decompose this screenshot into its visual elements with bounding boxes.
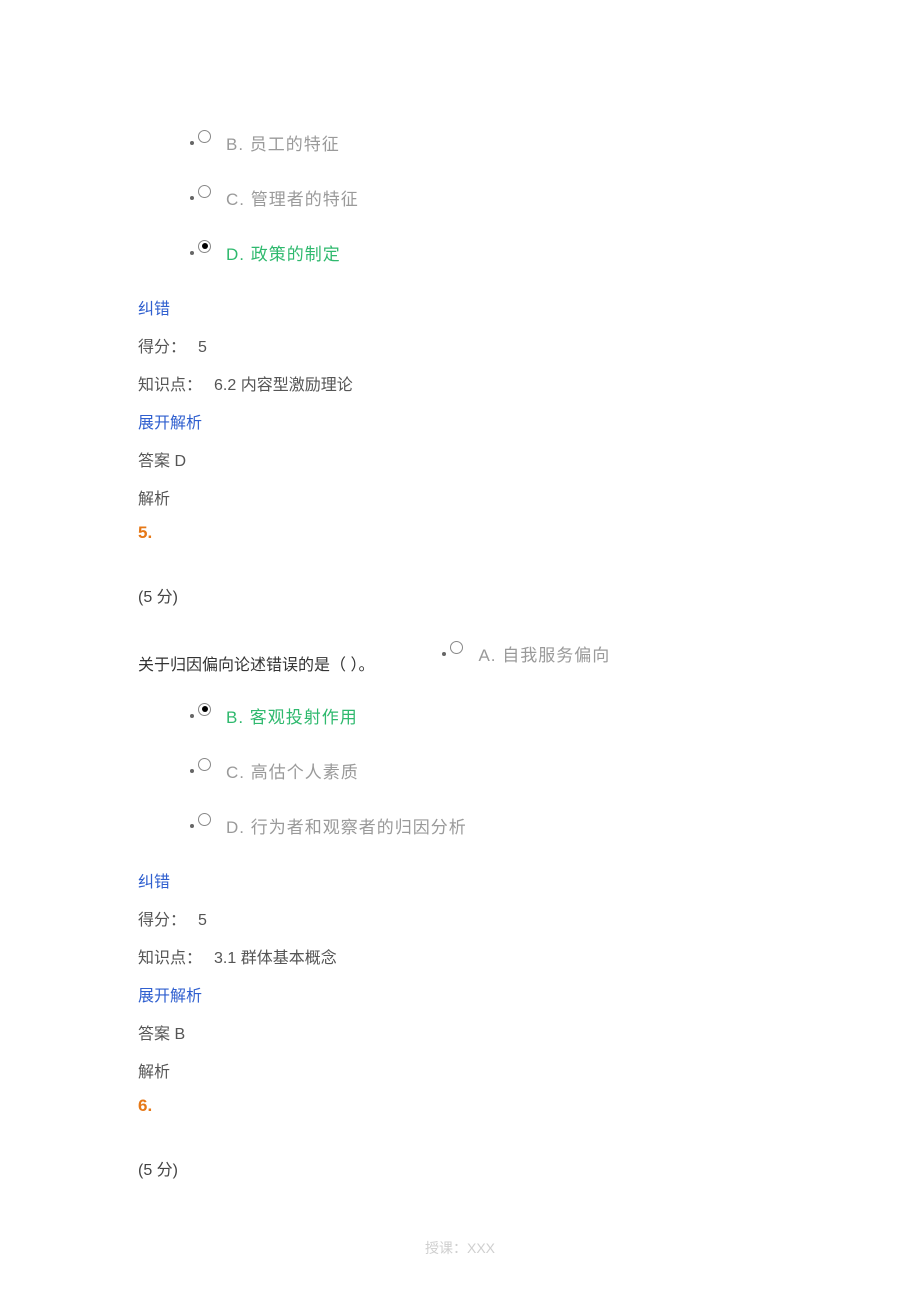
bullet-icon — [190, 196, 194, 200]
q5-option-a[interactable]: A. 自我服务偏向 — [442, 641, 610, 666]
radio-icon — [450, 641, 466, 657]
q4-option-b[interactable]: B. 员工的特征 — [190, 130, 782, 155]
q5-stem-row: 关于归因偏向论述错误的是（ ）。 A. 自我服务偏向 — [138, 651, 782, 675]
radio-icon — [198, 240, 214, 256]
option-label: A. 自我服务偏向 — [478, 641, 610, 666]
bullet-icon — [190, 251, 194, 255]
option-label: C. 高估个人素质 — [226, 758, 359, 783]
bullet-icon — [190, 769, 194, 773]
radio-icon — [198, 758, 214, 774]
score-line: 得分：5 — [138, 906, 782, 930]
question-number-5: 5. — [138, 523, 782, 543]
q5-option-c[interactable]: C. 高估个人素质 — [190, 758, 782, 783]
q5-stem: 关于归因偏向论述错误的是（ ）。 — [138, 651, 374, 675]
bullet-icon — [190, 714, 194, 718]
q5-option-b[interactable]: B. 客观投射作用 — [190, 703, 782, 728]
document-page: B. 员工的特征 C. 管理者的特征 D. 政策的制定 纠错 得分：5 知识点：… — [0, 0, 920, 1258]
option-label: B. 客观投射作用 — [226, 703, 358, 728]
question-number-6: 6. — [138, 1096, 782, 1116]
knowledge-point-line: 知识点：6.2 内容型激励理论 — [138, 371, 782, 395]
analysis-label: 解析 — [138, 1058, 782, 1082]
radio-icon — [198, 813, 214, 829]
option-label: B. 员工的特征 — [226, 130, 340, 155]
q4-option-d[interactable]: D. 政策的制定 — [190, 240, 782, 265]
q5-option-d[interactable]: D. 行为者和观察者的归因分析 — [190, 813, 782, 838]
radio-icon — [198, 130, 214, 146]
option-label: C. 管理者的特征 — [226, 185, 359, 210]
analysis-label: 解析 — [138, 485, 782, 509]
bullet-icon — [442, 652, 446, 656]
correction-link[interactable]: 纠错 — [138, 868, 782, 892]
q4-options: B. 员工的特征 C. 管理者的特征 D. 政策的制定 — [190, 130, 782, 265]
q5-points: (5 分) — [138, 583, 782, 607]
bullet-icon — [190, 824, 194, 828]
answer-line: 答案 D — [138, 447, 782, 471]
page-footer: 授课：XXX — [138, 1238, 782, 1258]
answer-line: 答案 B — [138, 1020, 782, 1044]
bullet-icon — [190, 141, 194, 145]
option-label: D. 行为者和观察者的归因分析 — [226, 813, 467, 838]
radio-icon — [198, 703, 214, 719]
correction-link[interactable]: 纠错 — [138, 295, 782, 319]
expand-analysis-link[interactable]: 展开解析 — [138, 982, 782, 1006]
q6-points: (5 分) — [138, 1156, 782, 1180]
option-label: D. 政策的制定 — [226, 240, 341, 265]
q5-options: B. 客观投射作用 C. 高估个人素质 D. 行为者和观察者的归因分析 — [190, 703, 782, 838]
q4-option-c[interactable]: C. 管理者的特征 — [190, 185, 782, 210]
expand-analysis-link[interactable]: 展开解析 — [138, 409, 782, 433]
knowledge-point-line: 知识点：3.1 群体基本概念 — [138, 944, 782, 968]
radio-icon — [198, 185, 214, 201]
score-line: 得分：5 — [138, 333, 782, 357]
